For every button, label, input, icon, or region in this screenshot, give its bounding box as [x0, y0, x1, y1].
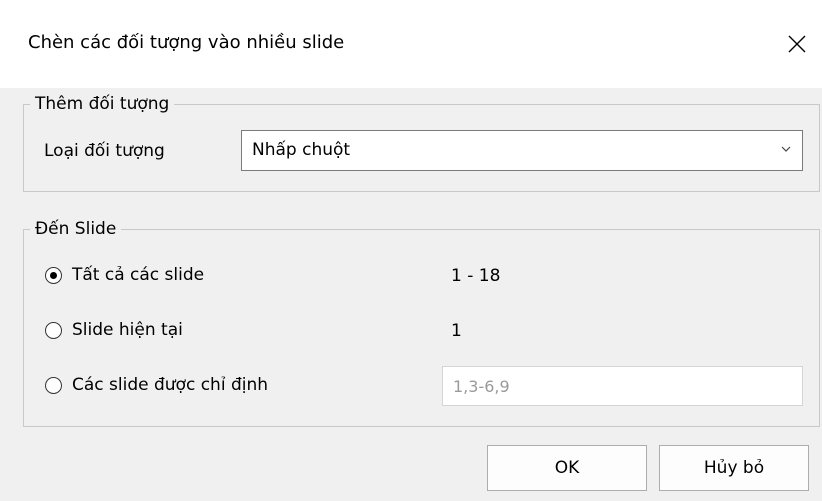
radio-current-slide[interactable]: Slide hiện tại	[45, 320, 183, 340]
all-slides-range: 1 - 18	[451, 266, 501, 286]
radio-all-slides[interactable]: Tất cả các slide	[45, 265, 204, 285]
cancel-button[interactable]: Hủy bỏ	[659, 445, 809, 491]
close-icon	[788, 35, 806, 53]
radio-label: Các slide được chỉ định	[72, 375, 269, 395]
radio-label: Tất cả các slide	[72, 265, 205, 285]
to-slide-legend: Đến Slide	[30, 219, 122, 239]
radio-specified-slides[interactable]: Các slide được chỉ định	[45, 375, 268, 395]
specified-slides-field[interactable]	[442, 366, 803, 406]
object-type-label: Loại đối tượng	[44, 141, 165, 161]
current-slide-number: 1	[451, 321, 462, 341]
radio-button[interactable]	[45, 321, 62, 339]
radio-label: Slide hiện tại	[72, 320, 183, 340]
dialog-title: Chèn các đối tượng vào nhiều slide	[28, 32, 345, 53]
ok-button[interactable]: OK	[487, 445, 647, 491]
add-object-legend: Thêm đối tượng	[30, 94, 175, 114]
specified-slides-input[interactable]	[443, 367, 802, 405]
object-type-dropdown[interactable]: Nhấp chuột	[241, 130, 803, 171]
chevron-down-icon	[781, 146, 791, 152]
close-button[interactable]	[772, 18, 822, 70]
title-bar: Chèn các đối tượng vào nhiều slide	[0, 0, 822, 88]
object-type-value: Nhấp chuột	[252, 140, 351, 160]
radio-button[interactable]	[45, 266, 62, 284]
radio-button[interactable]	[45, 376, 62, 394]
